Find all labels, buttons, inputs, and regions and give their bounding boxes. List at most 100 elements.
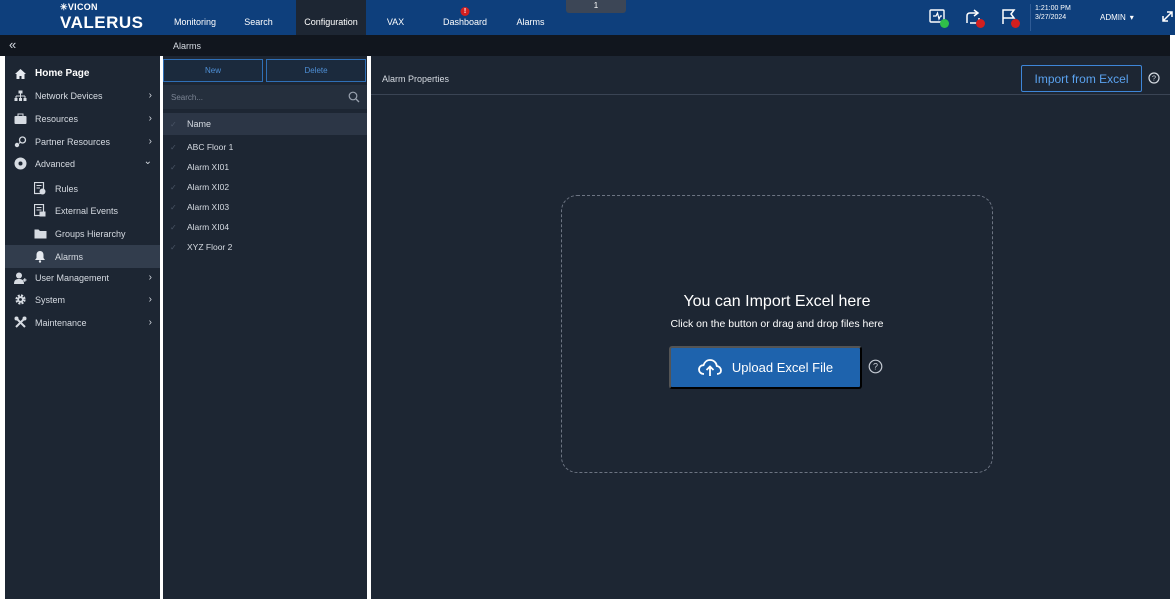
sidebar-item-label: Rules [55, 183, 79, 194]
partner-icon [13, 135, 27, 149]
chevron-right-icon: › [148, 317, 152, 328]
list-item-label: Alarm XI04 [187, 222, 230, 232]
tab-search[interactable]: Search [236, 0, 281, 35]
user-menu[interactable]: ADMIN ▾ [1100, 0, 1134, 35]
sidebar-item-rules[interactable]: Rules [5, 177, 160, 200]
sidebar-item-label: Home Page [35, 68, 90, 79]
list-item[interactable]: ✓ Alarm XI04 [163, 217, 367, 237]
delete-button[interactable]: Delete [266, 59, 366, 82]
excel-drop-zone[interactable] [561, 195, 993, 473]
tab-vax[interactable]: VAX [378, 0, 413, 35]
divider [1030, 4, 1031, 31]
chevron-right-icon: › [148, 272, 152, 283]
help-icon[interactable]: ? [1148, 72, 1160, 84]
sidebar-item-label: Maintenance [35, 317, 87, 328]
export-icon[interactable] [964, 7, 985, 28]
workspace-tab[interactable]: 1 [566, 0, 626, 13]
tab-label: Configuration [304, 17, 358, 27]
valerus-wordmark: VALERUS [60, 13, 144, 32]
list-item-label: Alarm XI01 [187, 162, 230, 172]
sidebar-item-user-management[interactable]: User Management › [5, 266, 160, 289]
valerus-logo[interactable]: ✳VICON VALERUS [60, 2, 150, 34]
search-icon[interactable] [348, 91, 360, 103]
row-checkbox[interactable]: ✓ [170, 203, 180, 212]
tab-configuration[interactable]: Configuration [296, 0, 366, 35]
select-all-checkbox[interactable]: ✓ [170, 120, 180, 129]
folder-icon [33, 227, 47, 241]
tab-alarms[interactable]: Alarms [508, 0, 553, 35]
user-name: ADMIN [1100, 13, 1126, 22]
user-management-icon [13, 271, 27, 285]
sidebar-item-resources[interactable]: Resources › [5, 107, 160, 130]
flag-icon[interactable] [999, 7, 1020, 28]
sidebar-item-network-devices[interactable]: Network Devices › [5, 84, 160, 107]
advanced-icon [13, 157, 27, 171]
chevron-right-icon: › [148, 136, 152, 147]
sidebar-item-alarms[interactable]: Alarms [5, 245, 160, 268]
list-item[interactable]: ✓ Alarm XI01 [163, 157, 367, 177]
sidebar-item-label: Alarms [55, 251, 84, 262]
list-item[interactable]: ✓ Alarm XI03 [163, 197, 367, 217]
row-checkbox[interactable]: ✓ [170, 223, 180, 232]
column-header-label: Name [187, 119, 212, 129]
tab-dashboard[interactable]: ! Dashboard [435, 0, 495, 35]
row-checkbox[interactable]: ✓ [170, 143, 180, 152]
import-from-excel-button[interactable]: Import from Excel [1021, 65, 1142, 92]
sidebar-item-label: External Events [55, 205, 119, 216]
tab-label: VAX [386, 17, 405, 27]
bell-icon [33, 250, 47, 264]
export-badge [976, 19, 985, 28]
system-health-icon[interactable] [928, 7, 949, 28]
tab-label: Monitoring [173, 17, 217, 27]
list-item-label: ABC Floor 1 [187, 142, 234, 152]
chevron-down-icon: ⌄ [143, 156, 152, 167]
row-checkbox[interactable]: ✓ [170, 243, 180, 252]
collapse-sidebar-icon[interactable]: « [9, 38, 16, 52]
expand-icon[interactable] [1160, 9, 1175, 24]
sidebar-item-advanced[interactable]: Advanced ⌄ [5, 152, 160, 175]
new-button[interactable]: New [163, 59, 263, 82]
sidebar-item-home-page[interactable]: Home Page [5, 62, 160, 85]
top-bar: ✳VICON VALERUS Monitoring Search Configu… [0, 0, 1175, 35]
clock-date: 3/27/2024 [1035, 14, 1067, 21]
sidebar-item-system[interactable]: System › [5, 288, 160, 311]
row-checkbox[interactable]: ✓ [170, 163, 180, 172]
flag-badge [1011, 19, 1020, 28]
gear-icon [13, 293, 27, 307]
sidebar-item-label: Resources [35, 113, 79, 124]
svg-text:?: ? [873, 362, 878, 372]
chevron-right-icon: › [148, 90, 152, 101]
search-input[interactable] [163, 85, 367, 109]
svg-text:?: ? [1152, 74, 1156, 83]
sidebar-item-label: Advanced [35, 158, 76, 169]
drop-zone-title: You can Import Excel here [683, 293, 871, 310]
tab-label: Dashboard [442, 17, 488, 27]
row-checkbox[interactable]: ✓ [170, 183, 180, 192]
tab-label: Search [244, 17, 273, 27]
sidebar-item-groups-hierarchy[interactable]: Groups Hierarchy [5, 222, 160, 245]
rules-icon [33, 182, 47, 196]
sidebar-item-label: User Management [35, 272, 110, 283]
list-item[interactable]: ✓ XYZ Floor 2 [163, 237, 367, 257]
chevron-right-icon: › [148, 113, 152, 124]
vicon-wordmark: ✳VICON [60, 2, 98, 12]
list-item[interactable]: ✓ ABC Floor 1 [163, 137, 367, 157]
upload-excel-file-button[interactable]: Upload Excel File [669, 346, 862, 389]
sidebar-item-label: Network Devices [35, 90, 103, 101]
dashboard-alert-badge: ! [460, 7, 470, 16]
external-events-icon [33, 204, 47, 218]
sidebar-item-maintenance[interactable]: Maintenance › [5, 311, 160, 334]
list-item[interactable]: ✓ Alarm XI02 [163, 177, 367, 197]
name-column-header[interactable]: ✓ Name [163, 113, 367, 135]
upload-button-label: Upload Excel File [731, 360, 834, 375]
tools-icon [13, 316, 27, 330]
sidebar-item-external-events[interactable]: External Events [5, 199, 160, 222]
help-icon[interactable]: ? [868, 359, 883, 374]
network-icon [13, 89, 27, 103]
tab-monitoring[interactable]: Monitoring [165, 0, 225, 35]
tab-label: Alarms [516, 17, 545, 27]
drop-zone-subtitle: Click on the button or drag and drop fil… [670, 318, 884, 330]
list-item-label: XYZ Floor 2 [187, 242, 233, 252]
list-item-label: Alarm XI03 [187, 202, 230, 212]
sidebar-item-partner-resources[interactable]: Partner Resources › [5, 130, 160, 153]
